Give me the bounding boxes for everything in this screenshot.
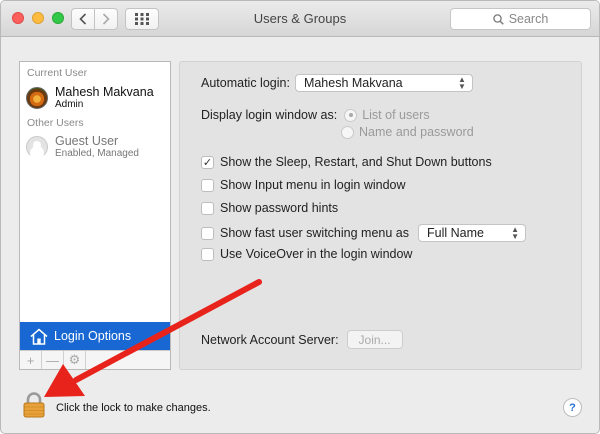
users-groups-window: Users & Groups Search Current User Mahes… (0, 0, 600, 434)
other-users-label: Other Users (27, 117, 84, 129)
network-server-row: Network Account Server: Join... (201, 330, 403, 349)
show-password-hints-row: Show password hints (201, 201, 338, 215)
voiceover-row: Use VoiceOver in the login window (201, 247, 412, 261)
user-role: Admin (55, 99, 84, 110)
fast-user-switching-value: Full Name (426, 226, 484, 240)
show-sleep-restart-row: ✓ Show the Sleep, Restart, and Shut Down… (201, 155, 492, 169)
automatic-login-row: Automatic login: Mahesh Makvana ▲ ▼ (201, 74, 473, 92)
show-sleep-restart-label: Show the Sleep, Restart, and Shut Down b… (220, 155, 492, 169)
current-user-label: Current User (27, 67, 88, 79)
help-button[interactable]: ? (563, 398, 582, 417)
login-options-label: Login Options (54, 329, 132, 343)
login-options-panel: Automatic login: Mahesh Makvana ▲ ▼ Displ… (179, 61, 582, 370)
updown-arrows-icon: ▲ ▼ (458, 75, 466, 91)
updown-arrows-icon: ▲ ▼ (511, 225, 519, 241)
show-input-menu-checkbox[interactable] (201, 178, 214, 192)
avatar (26, 136, 48, 158)
fast-user-switching-label: Show fast user switching menu as (220, 226, 409, 240)
display-window-row: Display login window as: List of users (201, 108, 430, 122)
user-list: Current User Mahesh Makvana Admin Other … (19, 61, 171, 370)
show-input-menu-label: Show Input menu in login window (220, 178, 406, 192)
house-icon (30, 328, 48, 345)
list-of-users-label: List of users (362, 108, 430, 122)
title-bar: Users & Groups Search (1, 1, 599, 37)
lock-icon[interactable] (23, 392, 45, 418)
join-button[interactable]: Join... (346, 330, 403, 349)
automatic-login-label: Automatic login: (201, 76, 290, 90)
user-name: Guest User (55, 134, 119, 148)
avatar (26, 87, 48, 109)
user-list-toolbar: + — ⚙ (20, 350, 170, 369)
show-input-menu-row: Show Input menu in login window (201, 178, 406, 192)
display-window-label: Display login window as: (201, 108, 338, 122)
name-password-label: Name and password (359, 125, 474, 139)
automatic-login-popup[interactable]: Mahesh Makvana ▲ ▼ (294, 74, 473, 92)
search-field[interactable]: Search (450, 8, 591, 30)
name-password-radio[interactable] (341, 125, 354, 139)
network-server-label: Network Account Server: (201, 332, 339, 347)
remove-user-button[interactable]: — (42, 351, 64, 369)
fast-user-switching-checkbox[interactable] (201, 226, 214, 240)
automatic-login-value: Mahesh Makvana (303, 76, 403, 90)
user-item-guest[interactable]: Guest User Enabled, Managed (26, 131, 166, 163)
add-user-button[interactable]: + (20, 351, 42, 369)
voiceover-label: Use VoiceOver in the login window (220, 247, 413, 261)
lock-message: Click the lock to make changes. (56, 402, 211, 414)
show-password-hints-checkbox[interactable] (201, 201, 214, 215)
list-of-users-radio[interactable] (344, 108, 358, 122)
user-status: Enabled, Managed (55, 148, 139, 159)
user-item-mahesh[interactable]: Mahesh Makvana Admin (26, 82, 166, 114)
fast-user-switching-popup[interactable]: Full Name ▲ ▼ (417, 224, 526, 242)
show-sleep-restart-checkbox[interactable]: ✓ (201, 155, 214, 169)
gear-icon: ⚙ (68, 352, 81, 367)
show-password-hints-label: Show password hints (220, 201, 339, 215)
user-name: Mahesh Makvana (55, 85, 154, 99)
search-placeholder: Search (508, 12, 549, 26)
name-password-row: Name and password (341, 125, 474, 139)
settings-button[interactable]: ⚙ (64, 351, 86, 369)
search-icon (492, 13, 504, 25)
voiceover-checkbox[interactable] (201, 247, 214, 261)
fast-user-switching-row: Show fast user switching menu as Full Na… (201, 224, 526, 242)
login-options-item[interactable]: Login Options (20, 322, 170, 350)
